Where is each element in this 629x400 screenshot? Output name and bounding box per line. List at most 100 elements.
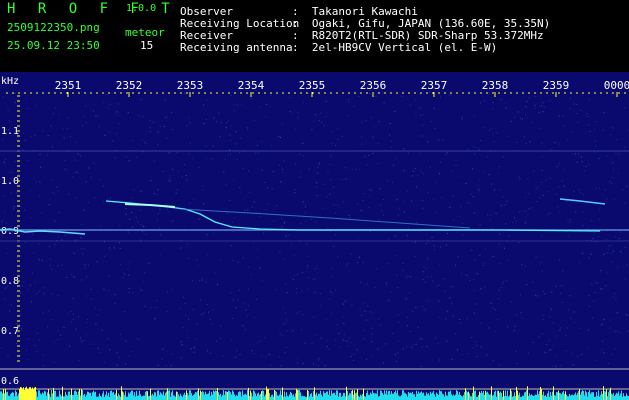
level-bar [504, 396, 505, 400]
noise-speck [133, 189, 135, 191]
level-bar [431, 393, 432, 400]
noise-speck [93, 162, 95, 164]
level-bar [538, 394, 539, 400]
noise-speck [3, 195, 5, 197]
level-bar [445, 391, 446, 400]
noise-speck [500, 287, 502, 289]
level-bar [308, 391, 309, 400]
level-bar [59, 390, 60, 400]
noise-speck [239, 187, 241, 189]
noise-speck [199, 279, 201, 281]
level-bar [565, 391, 566, 400]
noise-speck [245, 329, 246, 331]
noise-speck [542, 102, 544, 104]
level-bar [76, 391, 77, 400]
level-bar [486, 392, 487, 400]
noise-speck [491, 127, 493, 129]
level-bar [140, 394, 141, 400]
noise-speck [397, 287, 399, 289]
noise-speck [438, 316, 440, 318]
noise-speck [268, 354, 270, 355]
noise-speck [465, 183, 467, 184]
level-bar [381, 390, 382, 400]
level-bar [93, 390, 94, 400]
level-bar [345, 396, 346, 400]
noise-speck [213, 117, 215, 119]
noise-speck [441, 197, 443, 199]
noise-speck [164, 99, 166, 101]
level-bar [238, 392, 239, 400]
noise-speck [333, 186, 334, 188]
noise-speck [230, 292, 232, 294]
noise-speck [426, 346, 428, 347]
level-bar [218, 392, 219, 400]
noise-speck [193, 347, 195, 349]
noise-speck [318, 360, 319, 362]
noise-speck [188, 153, 190, 155]
noise-speck [239, 353, 241, 355]
level-bar [281, 395, 282, 400]
noise-speck [451, 170, 453, 172]
noise-speck [176, 189, 178, 191]
noise-speck [237, 261, 239, 263]
noise-speck [284, 352, 286, 354]
level-bar [318, 393, 319, 400]
noise-speck [427, 239, 429, 241]
noise-speck [14, 161, 16, 162]
level-bar [459, 391, 460, 400]
level-bar [221, 396, 222, 400]
level-bar [584, 395, 585, 400]
noise-speck [502, 281, 504, 283]
noise-speck [345, 178, 347, 180]
x-tick-label: 2357 [421, 79, 448, 92]
noise-speck [569, 295, 571, 297]
level-bar [191, 393, 192, 400]
noise-speck [315, 114, 316, 116]
noise-speck [486, 156, 488, 158]
noise-speck [499, 233, 500, 235]
level-bar [356, 392, 357, 400]
noise-speck [122, 277, 124, 279]
noise-speck [169, 93, 171, 95]
noise-speck [301, 329, 303, 331]
level-bar [422, 393, 423, 400]
level-bar [346, 386, 347, 400]
noise-speck [618, 153, 620, 155]
noise-speck [226, 212, 228, 214]
noise-speck [580, 156, 582, 158]
noise-speck [558, 115, 560, 117]
level-bar [106, 391, 107, 400]
noise-speck [313, 363, 315, 365]
noise-speck [524, 210, 526, 212]
noise-speck [502, 196, 504, 198]
noise-speck [308, 277, 309, 279]
level-bar [423, 392, 424, 400]
level-bar [598, 390, 599, 400]
noise-speck [9, 310, 11, 312]
noise-speck [542, 111, 544, 113]
noise-speck [313, 316, 315, 318]
level-bar [58, 396, 59, 400]
noise-speck [184, 92, 186, 94]
noise-speck [38, 243, 40, 245]
noise-speck [206, 99, 208, 101]
noise-speck [118, 123, 120, 125]
noise-speck [380, 324, 382, 326]
noise-speck [471, 249, 473, 251]
noise-speck [488, 174, 490, 176]
level-bar [403, 390, 404, 400]
noise-speck [189, 122, 191, 124]
noise-speck [38, 339, 40, 341]
level-bar [195, 392, 196, 400]
noise-speck [532, 207, 533, 209]
level-bar [492, 395, 493, 400]
noise-speck [1, 347, 3, 349]
noise-speck [176, 152, 178, 154]
noise-speck [220, 259, 222, 261]
level-bar [150, 388, 151, 400]
noise-speck [286, 319, 288, 321]
noise-speck [316, 265, 318, 266]
noise-speck [172, 289, 174, 290]
noise-speck [498, 364, 500, 366]
level-bar [16, 391, 17, 400]
